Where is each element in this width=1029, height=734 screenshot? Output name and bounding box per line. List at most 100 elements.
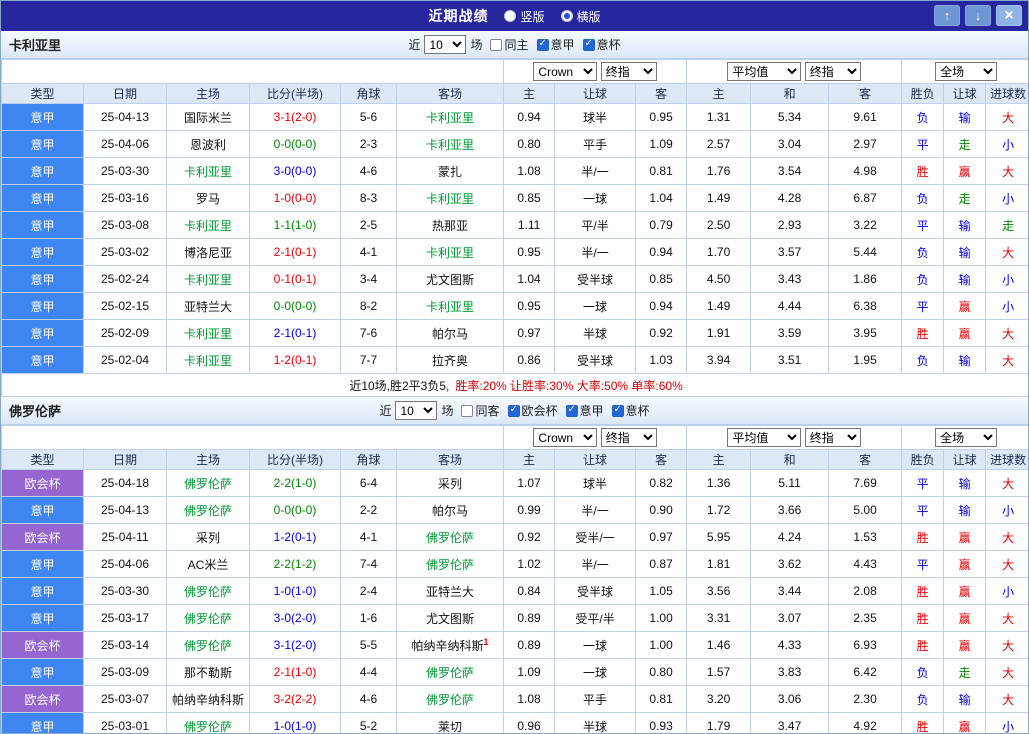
match-date: 25-04-13 bbox=[83, 103, 167, 131]
checkbox-icon[interactable] bbox=[582, 38, 595, 51]
filter-checkboxes: 同客 欧会杯 意甲 意杯 bbox=[461, 402, 650, 419]
bookmaker-select[interactable]: Crown bbox=[533, 428, 598, 447]
odds-source-row: Crown 终指 平均值 终指 全场 bbox=[1, 425, 1028, 450]
col-handicap-away: 客 bbox=[635, 83, 688, 104]
bookmaker-select[interactable]: Crown bbox=[533, 62, 598, 81]
average-index-select[interactable]: 终指 bbox=[804, 62, 861, 81]
result-goals: 小 bbox=[985, 184, 1028, 212]
average-select[interactable]: 平均值 bbox=[727, 428, 802, 447]
red-card-count: 1 bbox=[483, 636, 489, 647]
match-row: 欧会杯 25-04-18 佛罗伦萨 2-2(1-0) 6-4 采列 1.07 球半 0.82 1.… bbox=[1, 469, 1028, 497]
result-goals: 小 bbox=[985, 292, 1028, 320]
team-name-text: 卡利亚里 bbox=[183, 353, 232, 368]
euro-draw-odds: 3.06 bbox=[750, 685, 830, 713]
away-team: 蒙扎 bbox=[395, 157, 505, 185]
result-wdl: 胜 bbox=[901, 604, 945, 632]
euro-away-odds: 3.95 bbox=[828, 319, 903, 347]
team-name-text: 卡利亚里 bbox=[426, 137, 475, 152]
scope-select[interactable]: 全场 bbox=[935, 62, 998, 81]
layout-radio-horizontal[interactable]: 横版 bbox=[560, 8, 601, 25]
result-wdl: 胜 bbox=[901, 523, 945, 551]
radio-icon[interactable] bbox=[504, 10, 517, 22]
match-date: 25-04-06 bbox=[83, 130, 167, 158]
match-date: 25-03-14 bbox=[83, 631, 167, 659]
euro-away-odds: 5.00 bbox=[828, 496, 903, 524]
match-row: 意甲 25-02-04 卡利亚里 1-2(0-1) 7-7 拉齐奥 0.86 受半球 1.03 3… bbox=[1, 346, 1028, 374]
filter-checkbox-1[interactable]: 欧会杯 bbox=[507, 402, 558, 419]
recent-count-select[interactable]: 10 bbox=[424, 35, 467, 54]
radio-icon[interactable] bbox=[560, 10, 573, 22]
checkbox-label: 意杯 bbox=[625, 404, 650, 418]
score: 2-1(0-1) bbox=[249, 238, 341, 266]
col-away: 客场 bbox=[395, 449, 505, 470]
col-corner: 角球 bbox=[340, 83, 397, 104]
checkbox-icon[interactable] bbox=[565, 404, 578, 417]
corners: 4-6 bbox=[340, 685, 397, 713]
match-row: 意甲 25-03-09 那不勒斯 2-1(1-0) 4-4 佛罗伦萨 1.09 一球 0.80 1… bbox=[1, 658, 1028, 686]
euro-draw-odds: 4.33 bbox=[750, 631, 830, 659]
home-team: 卡利亚里 bbox=[166, 265, 250, 293]
scroll-down-button[interactable]: ↓ bbox=[965, 5, 991, 26]
league-type-badge: 意甲 bbox=[1, 577, 84, 605]
filter-suffix: 场 bbox=[470, 38, 483, 52]
away-team: 帕尔马 bbox=[395, 496, 505, 524]
checkbox-icon[interactable] bbox=[536, 38, 549, 51]
match-row: 意甲 25-03-30 卡利亚里 3-0(0-0) 4-6 蒙扎 1.08 半/一 0.81 1.… bbox=[1, 157, 1028, 185]
euro-draw-odds: 3.51 bbox=[750, 346, 830, 374]
result-handicap: 赢 bbox=[943, 577, 987, 605]
scope-select[interactable]: 全场 bbox=[935, 428, 998, 447]
average-index-select[interactable]: 终指 bbox=[804, 428, 861, 447]
radio-label: 横版 bbox=[576, 9, 601, 24]
blank-cell bbox=[1, 59, 505, 84]
match-row: 欧会杯 25-04-11 采列 1-2(0-1) 4-1 佛罗伦萨 0.92 受半/一 0.97… bbox=[1, 523, 1028, 551]
layout-radio-vertical[interactable]: 竖版 bbox=[504, 8, 545, 25]
euro-home-odds: 3.20 bbox=[686, 685, 752, 713]
handicap-away-odds: 0.94 bbox=[635, 292, 688, 320]
euro-draw-odds: 2.93 bbox=[750, 211, 830, 239]
handicap-away-odds: 0.81 bbox=[635, 157, 688, 185]
home-team: 国际米兰 bbox=[166, 103, 250, 131]
euro-draw-odds: 3.07 bbox=[750, 604, 830, 632]
checkbox-icon[interactable] bbox=[507, 404, 520, 417]
checkbox-icon[interactable] bbox=[490, 38, 503, 51]
filter-checkbox-0[interactable]: 同主 bbox=[490, 36, 529, 53]
filter-checkbox-2[interactable]: 意杯 bbox=[582, 36, 621, 53]
euro-draw-odds: 4.44 bbox=[750, 292, 830, 320]
bookmaker-index-select[interactable]: 终指 bbox=[600, 428, 657, 447]
checkbox-icon[interactable] bbox=[611, 404, 624, 417]
recent-count-select[interactable]: 10 bbox=[395, 401, 438, 420]
col-date: 日期 bbox=[83, 449, 167, 470]
filter-checkbox-3[interactable]: 意杯 bbox=[611, 402, 650, 419]
euro-home-odds: 1.31 bbox=[686, 103, 752, 131]
corners: 7-4 bbox=[340, 550, 397, 578]
filter-checkbox-2[interactable]: 意甲 bbox=[565, 402, 604, 419]
filter-checkbox-0[interactable]: 同客 bbox=[461, 402, 500, 419]
filter-bar: 近 10 场 同客 欧会杯 意甲 意杯 bbox=[1, 401, 1028, 420]
score: 3-2(2-2) bbox=[249, 685, 341, 713]
home-team: 佛罗伦萨 bbox=[166, 712, 250, 733]
handicap-away-odds: 0.90 bbox=[635, 496, 688, 524]
result-wdl: 负 bbox=[901, 685, 945, 713]
result-handicap: 赢 bbox=[943, 712, 987, 733]
checkbox-icon[interactable] bbox=[461, 404, 474, 417]
euro-home-odds: 1.57 bbox=[686, 658, 752, 686]
euro-home-odds: 3.94 bbox=[686, 346, 752, 374]
odds-source-row: Crown 终指 平均值 终指 全场 bbox=[1, 59, 1028, 84]
col-handicap-line: 让球 bbox=[554, 449, 637, 470]
euro-home-odds: 1.49 bbox=[686, 184, 752, 212]
handicap-home-odds: 1.09 bbox=[503, 658, 556, 686]
filter-checkbox-1[interactable]: 意甲 bbox=[536, 36, 575, 53]
league-type-badge: 意甲 bbox=[1, 265, 84, 293]
bookmaker-index-select[interactable]: 终指 bbox=[600, 62, 657, 81]
match-row: 意甲 25-04-13 国际米兰 3-1(2-0) 5-6 卡利亚里 0.94 球半 0.95 1… bbox=[1, 103, 1028, 131]
average-select[interactable]: 平均值 bbox=[727, 62, 802, 81]
filter-prefix: 近 bbox=[408, 38, 421, 52]
close-button[interactable]: × bbox=[996, 5, 1022, 26]
handicap-line: 球半 bbox=[554, 469, 637, 497]
scroll-up-button[interactable]: ↑ bbox=[934, 5, 960, 26]
league-type-badge: 欧会杯 bbox=[1, 631, 84, 659]
match-date: 25-03-30 bbox=[83, 577, 167, 605]
league-type-badge: 意甲 bbox=[1, 346, 84, 374]
league-type-badge: 欧会杯 bbox=[1, 469, 84, 497]
score: 0-0(0-0) bbox=[249, 496, 341, 524]
